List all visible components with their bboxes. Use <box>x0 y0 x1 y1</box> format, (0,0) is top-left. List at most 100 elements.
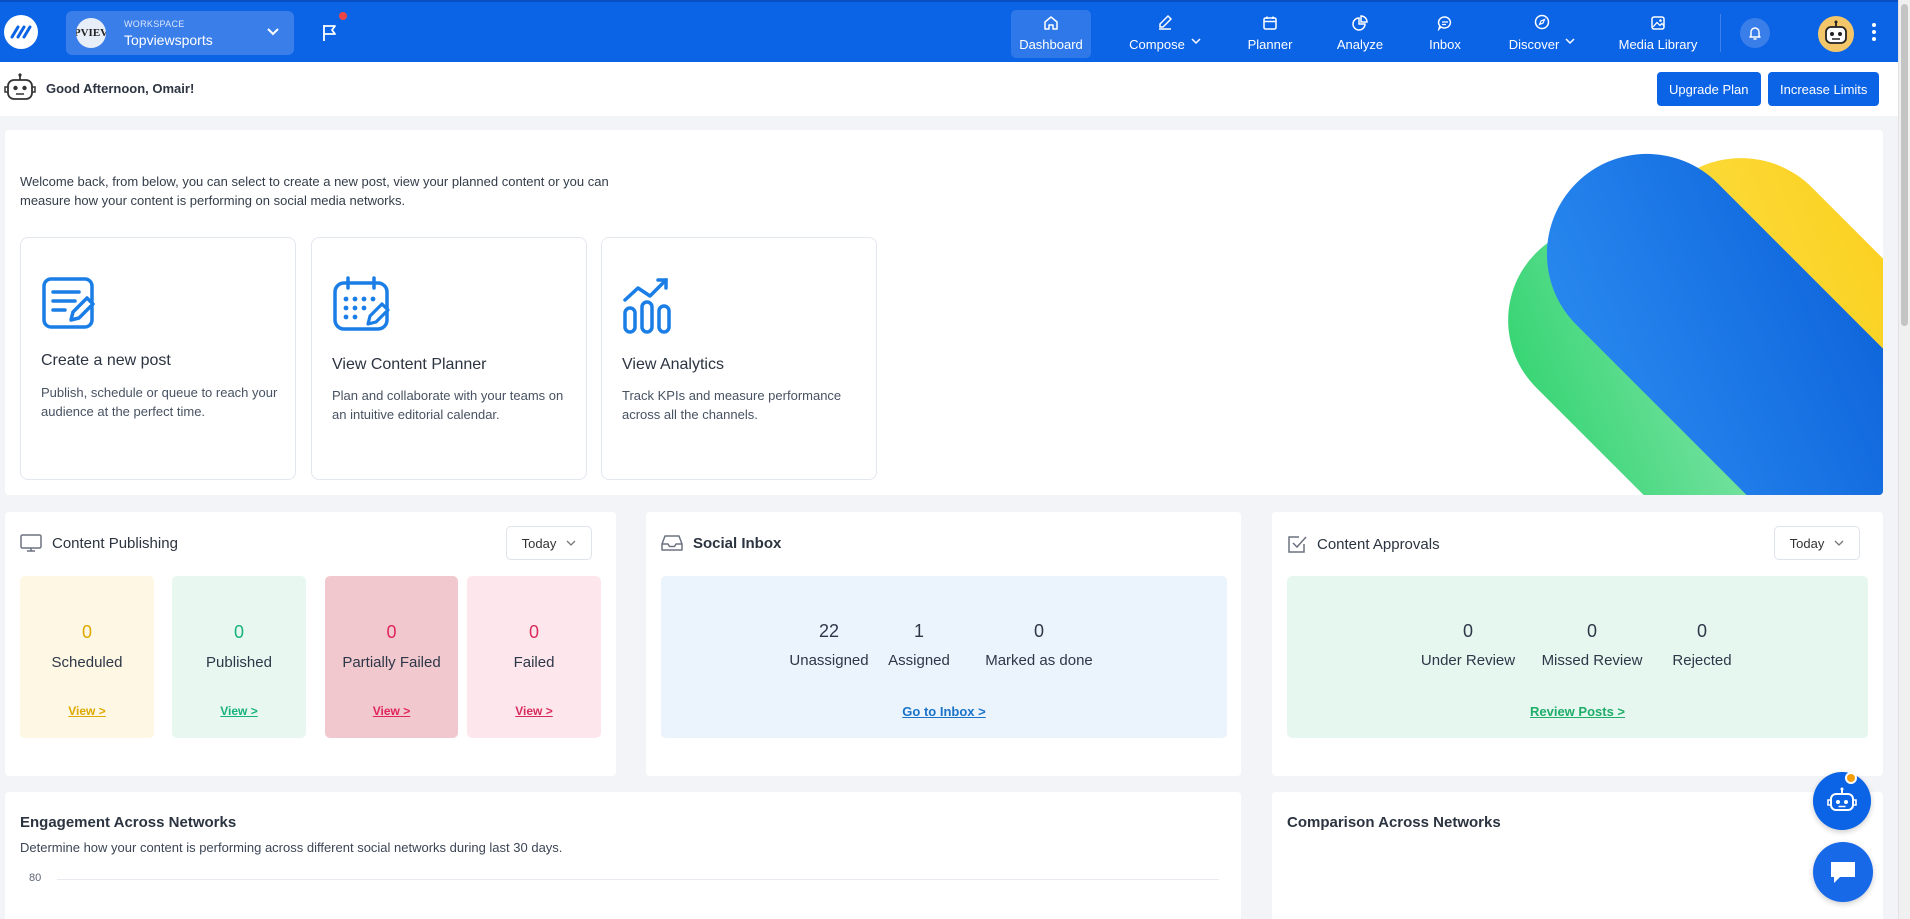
workspace-avatar: PVIEV <box>76 18 106 48</box>
notification-dot <box>339 12 347 20</box>
panel-title: Content Publishing <box>52 534 178 552</box>
compass-icon <box>1534 14 1550 30</box>
bell-icon <box>1749 27 1761 40</box>
nav-label: Media Library <box>1618 37 1698 52</box>
image-icon <box>1651 16 1665 30</box>
analytics-chart-icon <box>623 278 671 334</box>
approvals-stats-box: 0 Under Review 0 Missed Review 0 Rejecte… <box>1287 576 1868 738</box>
home-icon <box>1044 16 1058 30</box>
workspace-name: Topviewsports <box>124 32 213 48</box>
increase-limits-button[interactable]: Increase Limits <box>1768 72 1880 106</box>
panel-title: Engagement Across Networks <box>20 814 237 831</box>
review-posts-link[interactable]: Review Posts > <box>1287 704 1868 719</box>
stat-label: Scheduled <box>51 654 123 671</box>
chevron-down-icon <box>267 28 279 36</box>
stat-label: Assigned <box>888 652 950 669</box>
stat-under-review: 0 Under Review <box>1412 621 1524 669</box>
stat-label: Unassigned <box>789 652 869 669</box>
stat-value: 0 <box>386 622 397 642</box>
view-analytics-card[interactable]: View Analytics Track KPIs and measure pe… <box>601 237 877 480</box>
monitor-icon <box>20 534 42 552</box>
nav-dashboard[interactable]: Dashboard <box>1011 10 1091 58</box>
nav-compose[interactable]: Compose <box>1116 10 1214 58</box>
stat-missed-review: 0 Missed Review <box>1532 621 1652 669</box>
chevron-down-icon <box>1191 38 1201 45</box>
stat-scheduled: 0 Scheduled View > <box>20 576 154 738</box>
content-planner-card[interactable]: View Content Planner Plan and collaborat… <box>311 237 587 480</box>
stat-marked-done: 0 Marked as done <box>974 621 1104 669</box>
approvals-date-filter[interactable]: Today <box>1774 526 1860 560</box>
stat-published: 0 Published View > <box>172 576 306 738</box>
panel-title: Content Approvals <box>1317 535 1440 553</box>
stat-label: Partially Failed <box>342 654 441 671</box>
welcome-text: Welcome back, from below, you can select… <box>20 174 609 208</box>
stat-rejected: 0 Rejected <box>1662 621 1742 669</box>
nav-planner[interactable]: Planner <box>1240 10 1300 58</box>
user-avatar[interactable] <box>1816 14 1856 54</box>
stat-value: 0 <box>1696 621 1707 641</box>
go-to-inbox-link[interactable]: Go to Inbox > <box>661 704 1227 719</box>
more-menu-icon[interactable] <box>1872 23 1876 41</box>
card-title: View Content Planner <box>332 356 487 373</box>
calendar-icon <box>1263 16 1277 30</box>
stat-value: 0 <box>1033 621 1044 641</box>
nav-discover[interactable]: Discover <box>1500 10 1584 58</box>
social-inbox-panel: Social Inbox 22 Unassigned 1 Assigned 0 … <box>646 512 1241 776</box>
panel-header: Content Approvals <box>1287 534 1440 554</box>
panel-header: Social Inbox <box>661 534 781 552</box>
view-published-link[interactable]: View > <box>172 704 306 718</box>
chat-icon <box>1831 862 1855 883</box>
card-description: Track KPIs and measure performance acros… <box>622 388 842 422</box>
pie-chart-icon <box>1352 15 1368 31</box>
app-logo-icon[interactable] <box>4 15 38 49</box>
checkbox-icon <box>1288 536 1307 553</box>
stat-value: 0 <box>81 622 92 642</box>
comparison-panel: Comparison Across Networks <box>1272 792 1883 919</box>
view-scheduled-link[interactable]: View > <box>20 704 154 718</box>
robot-avatar-icon <box>4 73 36 100</box>
welcome-panel: Welcome back, from below, you can select… <box>5 130 1883 495</box>
upgrade-plan-button[interactable]: Upgrade Plan <box>1657 72 1761 106</box>
filter-value: Today <box>1789 535 1825 551</box>
card-title: Create a new post <box>41 352 171 369</box>
workspace-caption: WORKSPACE <box>124 19 185 29</box>
panel-title: Comparison Across Networks <box>1287 814 1501 831</box>
nav-media-library[interactable]: Media Library <box>1612 10 1704 58</box>
view-partially-failed-link[interactable]: View > <box>325 704 458 718</box>
filter-value: Today <box>521 535 557 551</box>
nav-analyze[interactable]: Analyze <box>1330 10 1390 58</box>
top-navigation-bar: PVIEV WORKSPACE Topviewsports Dashboard … <box>0 0 1898 62</box>
assistant-notification-dot <box>1845 772 1857 784</box>
chevron-down-icon <box>1565 38 1575 45</box>
calendar-planner-icon <box>333 276 390 331</box>
stat-value: 0 <box>528 622 539 642</box>
content-approvals-panel: Content Approvals Today 0 Under Review 0… <box>1272 512 1883 776</box>
live-chat-button[interactable] <box>1813 842 1873 902</box>
stat-unassigned: 22 Unassigned <box>789 621 869 669</box>
publishing-date-filter[interactable]: Today <box>506 526 592 560</box>
workspace-switcher[interactable]: PVIEV WORKSPACE Topviewsports <box>66 11 294 55</box>
stat-label: Published <box>206 654 272 671</box>
stat-label: Missed Review <box>1541 652 1643 669</box>
nav-inbox[interactable]: Inbox <box>1420 10 1470 58</box>
robot-avatar-icon <box>1825 20 1847 44</box>
panel-header: Content Publishing <box>20 534 178 552</box>
flag-icon[interactable] <box>322 24 338 42</box>
nav-label: Compose <box>1129 36 1185 52</box>
stat-value: 0 <box>1586 621 1597 641</box>
panel-title: Social Inbox <box>693 534 782 552</box>
engagement-panel: Engagement Across Networks Determine how… <box>5 792 1241 919</box>
chevron-down-icon <box>1834 540 1844 546</box>
decorative-shapes <box>1508 153 1883 495</box>
create-post-card[interactable]: Create a new post Publish, schedule or q… <box>20 237 296 480</box>
scrollbar-thumb[interactable] <box>1901 4 1908 326</box>
card-title: View Analytics <box>622 356 724 373</box>
nav-label: Inbox <box>1429 37 1461 52</box>
stat-value: 0 <box>1462 621 1473 641</box>
notifications-button[interactable] <box>1740 18 1770 48</box>
inbox-tray-icon <box>661 535 683 551</box>
chart-gridline <box>57 879 1219 880</box>
compose-post-icon <box>42 277 95 329</box>
view-failed-link[interactable]: View > <box>467 704 601 718</box>
assistant-bot-button[interactable] <box>1813 772 1871 830</box>
